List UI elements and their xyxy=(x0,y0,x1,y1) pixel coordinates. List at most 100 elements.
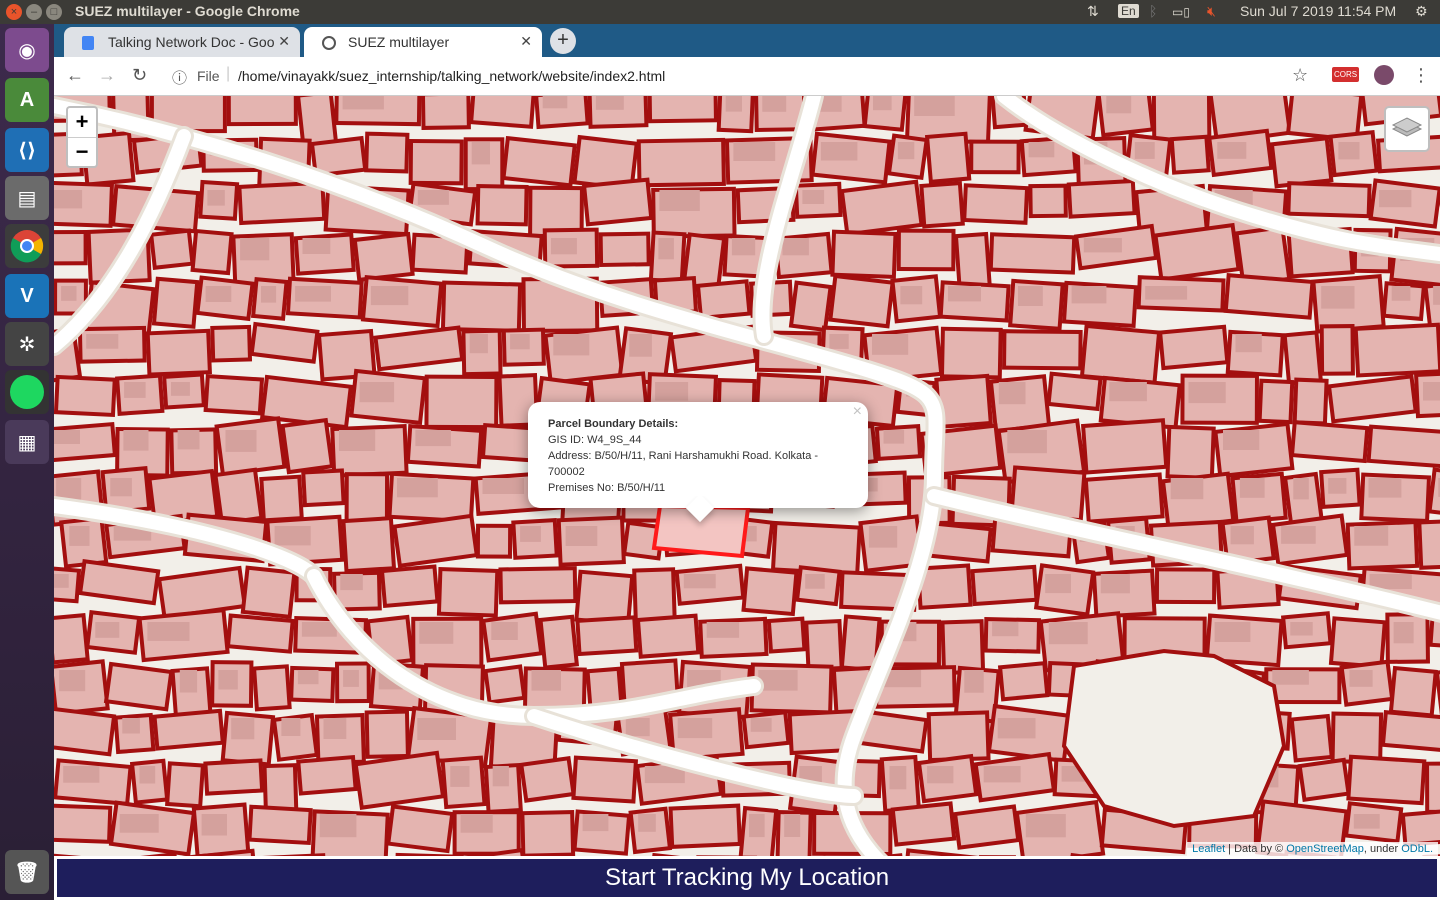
parcel[interactable] xyxy=(926,710,991,763)
back-icon[interactable]: ← xyxy=(66,65,84,86)
parcel[interactable] xyxy=(498,566,578,605)
parcel[interactable] xyxy=(54,803,113,844)
leaflet-map[interactable]: + − × Parcel Boundary Details: GIS ID: W… xyxy=(54,96,1440,856)
spotify-icon[interactable] xyxy=(5,370,49,414)
parcel[interactable] xyxy=(145,328,212,377)
parcel[interactable] xyxy=(1157,324,1230,371)
parcel[interactable] xyxy=(341,516,397,574)
parcel[interactable] xyxy=(741,566,799,617)
vnc-icon[interactable]: V xyxy=(5,274,49,318)
parcel[interactable] xyxy=(581,177,654,227)
parcel[interactable] xyxy=(1223,273,1315,320)
parcel[interactable] xyxy=(1083,472,1165,524)
tab-talking-network-doc[interactable]: Talking Network Doc - Goo ✕ xyxy=(64,27,300,57)
parcel[interactable] xyxy=(1330,711,1384,765)
parcel[interactable] xyxy=(788,280,833,333)
parcel[interactable] xyxy=(1319,324,1355,376)
parcel[interactable] xyxy=(636,137,726,188)
info-icon[interactable]: ⓘ xyxy=(172,67,187,88)
chrome-icon[interactable] xyxy=(5,224,49,268)
parcel[interactable] xyxy=(247,804,313,846)
parcel[interactable] xyxy=(352,231,415,282)
clock[interactable]: Sun Jul 7 2019 11:54 PM xyxy=(1240,3,1396,19)
layers-control-button[interactable] xyxy=(1384,106,1430,152)
parcel[interactable] xyxy=(598,231,651,268)
parcel[interactable] xyxy=(1366,424,1440,469)
parcel[interactable] xyxy=(766,616,807,654)
parcel[interactable] xyxy=(1269,136,1334,189)
parcel[interactable] xyxy=(1282,330,1323,386)
parcel[interactable] xyxy=(54,230,88,266)
parcel[interactable] xyxy=(575,615,639,657)
parcel[interactable] xyxy=(1169,134,1211,175)
parcel[interactable] xyxy=(240,565,297,620)
zoom-out-button[interactable]: − xyxy=(68,137,96,166)
parcel[interactable] xyxy=(1292,377,1329,426)
parcel[interactable] xyxy=(1289,713,1334,763)
parcel[interactable] xyxy=(386,804,455,854)
parcel[interactable] xyxy=(364,709,410,759)
parcel[interactable] xyxy=(440,280,523,333)
parcel[interactable] xyxy=(1417,518,1440,570)
parcel[interactable] xyxy=(1002,329,1083,371)
parcel[interactable] xyxy=(1297,757,1351,803)
profile-avatar[interactable] xyxy=(1374,65,1394,85)
parcel[interactable] xyxy=(1028,183,1068,219)
android-studio-icon[interactable]: A xyxy=(5,78,49,122)
start-tracking-button[interactable]: Start Tracking My Location xyxy=(57,859,1437,897)
parcel[interactable] xyxy=(1165,424,1216,480)
bookmark-star-icon[interactable]: ☆ xyxy=(1292,65,1308,86)
address-bar[interactable]: /home/vinayakk/suez_internship/talking_n… xyxy=(238,68,665,84)
parcel[interactable] xyxy=(839,179,924,237)
network-tool-icon[interactable]: ✲ xyxy=(5,322,49,366)
parcel[interactable] xyxy=(1388,665,1438,718)
parcel[interactable] xyxy=(251,664,292,712)
parcel[interactable] xyxy=(424,374,499,430)
parcel[interactable] xyxy=(203,374,265,416)
popup-close-button[interactable]: × xyxy=(853,404,862,420)
parcel[interactable] xyxy=(1151,96,1212,143)
parcel[interactable] xyxy=(940,619,986,676)
parcel[interactable] xyxy=(1257,378,1295,425)
new-tab-button[interactable]: + xyxy=(550,28,576,54)
parcel[interactable] xyxy=(501,135,577,188)
parcel[interactable] xyxy=(249,321,320,364)
parcel[interactable] xyxy=(519,755,576,803)
parcel[interactable] xyxy=(259,474,304,523)
parcel[interactable] xyxy=(301,468,346,508)
parcel[interactable] xyxy=(203,758,265,796)
parcel[interactable] xyxy=(1066,178,1137,219)
vscode-icon[interactable]: ⟨⟩ xyxy=(5,128,49,172)
parcel[interactable] xyxy=(632,567,677,625)
parcel[interactable] xyxy=(635,613,701,659)
parcel[interactable] xyxy=(213,467,264,526)
settings-gear-icon[interactable]: ⚙ xyxy=(1415,3,1428,20)
osm-link[interactable]: OpenStreetMap xyxy=(1286,843,1364,855)
parcel[interactable] xyxy=(1154,567,1217,605)
parcel[interactable] xyxy=(152,708,225,751)
parcel[interactable] xyxy=(988,232,1077,275)
parcel[interactable] xyxy=(1326,374,1418,424)
parcel[interactable] xyxy=(364,131,410,174)
network-icon[interactable]: ⇅ xyxy=(1087,3,1099,20)
parcel[interactable] xyxy=(151,276,200,329)
parcel[interactable] xyxy=(226,96,298,127)
parcel[interactable] xyxy=(1286,181,1372,219)
parcel[interactable] xyxy=(1400,807,1440,848)
parcel[interactable] xyxy=(237,180,327,226)
zoom-in-button[interactable]: + xyxy=(68,108,96,137)
parcel[interactable] xyxy=(538,614,580,670)
parcel[interactable] xyxy=(953,231,992,290)
parcel[interactable] xyxy=(970,564,1039,607)
parcel[interactable] xyxy=(379,564,440,609)
keyboard-layout-indicator[interactable]: En xyxy=(1118,4,1139,18)
parcel[interactable] xyxy=(1425,761,1440,814)
parcel[interactable] xyxy=(830,229,898,279)
parcel[interactable] xyxy=(919,181,965,229)
odbl-link[interactable]: ODbL. xyxy=(1401,843,1433,855)
parcel[interactable] xyxy=(1153,222,1241,282)
parcel[interactable] xyxy=(1289,420,1370,464)
window-close-button[interactable]: × xyxy=(6,4,22,20)
parcel[interactable] xyxy=(54,705,117,757)
bluetooth-icon[interactable]: ᛒ xyxy=(1149,3,1157,19)
